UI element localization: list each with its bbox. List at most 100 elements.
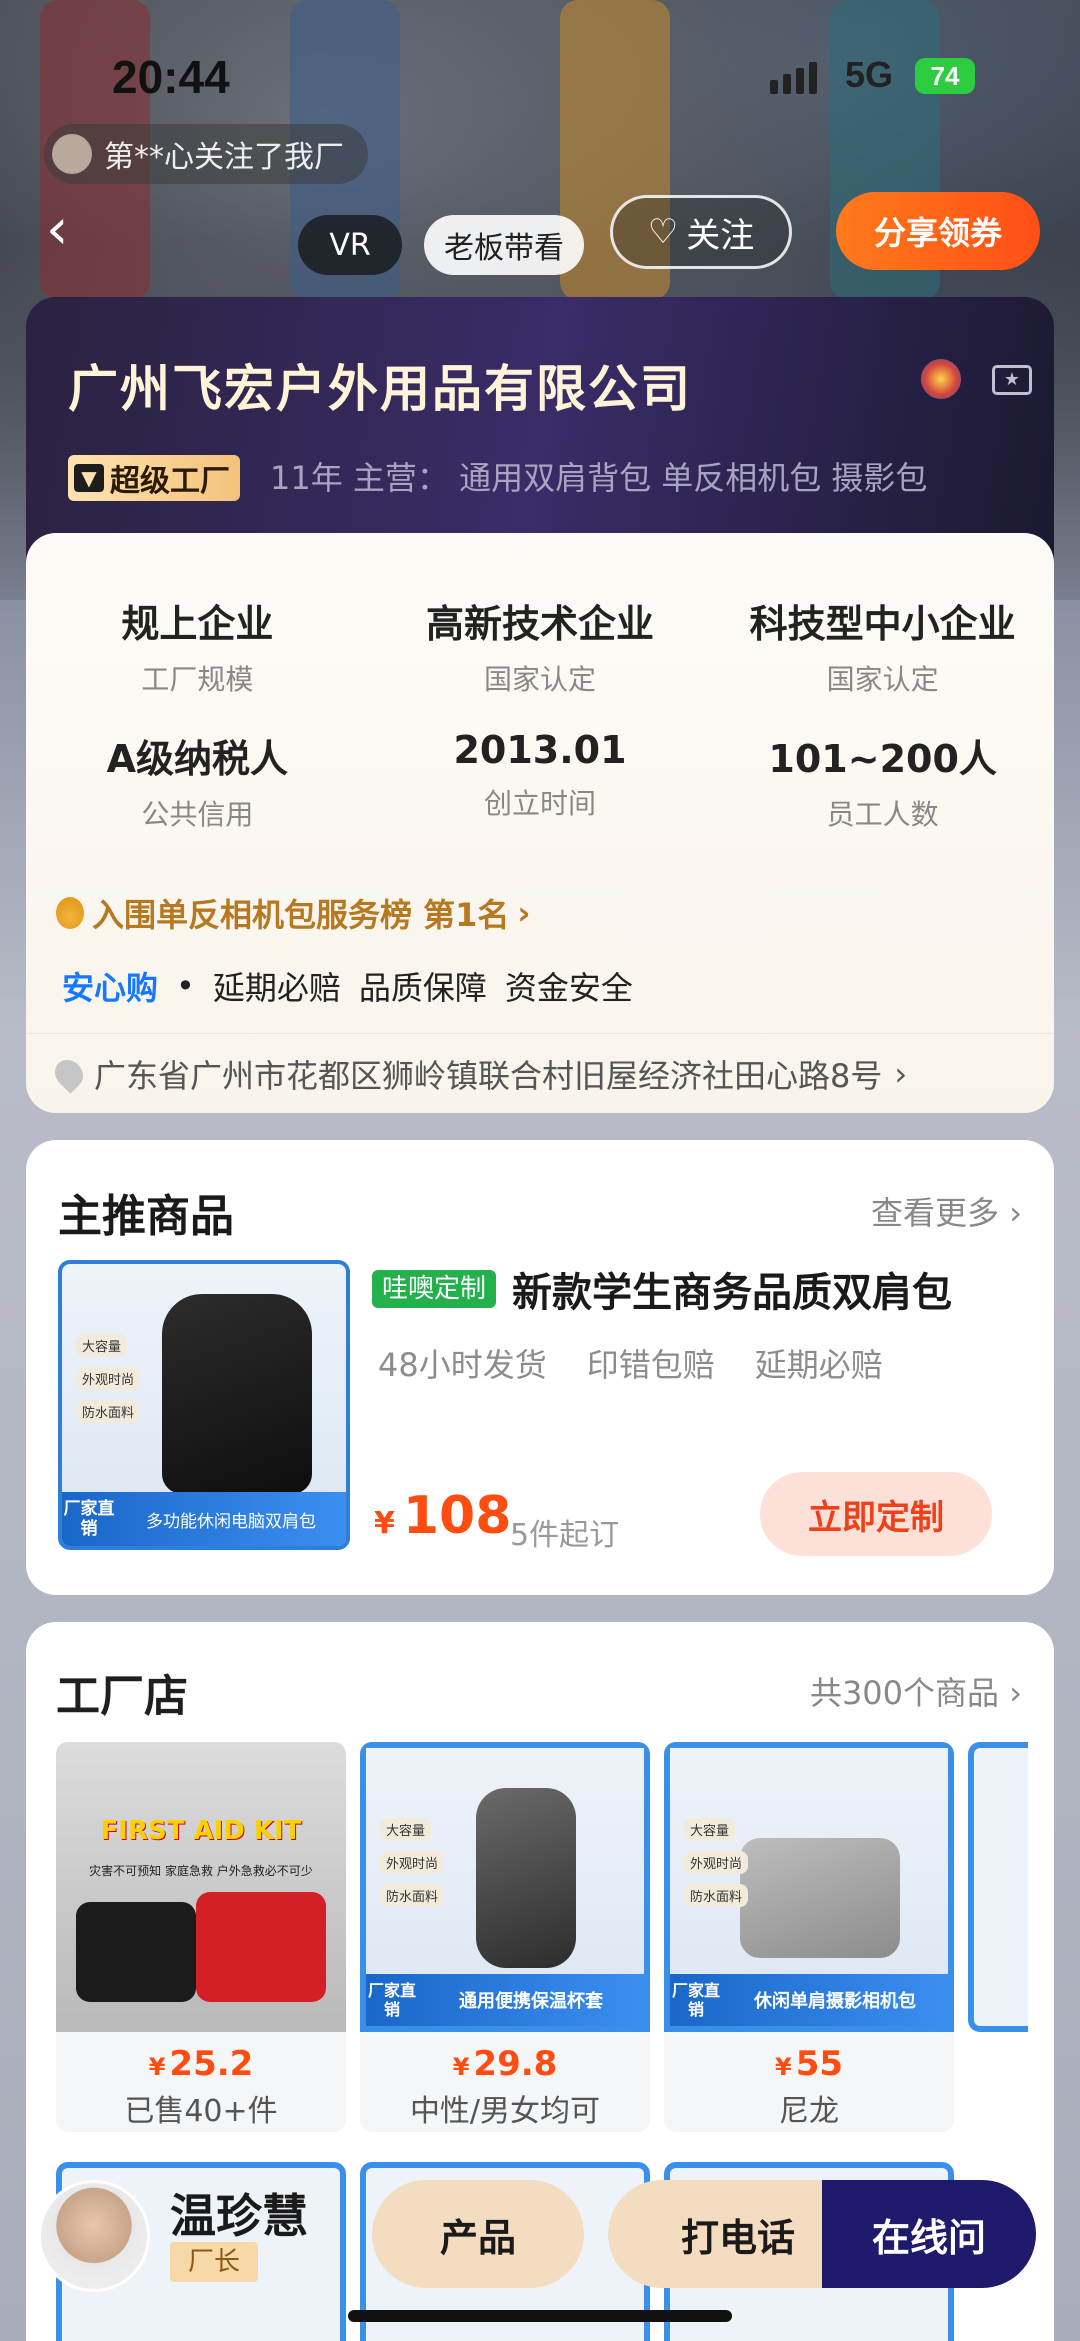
product-card[interactable]: FIRST AID KIT 灾害不可预知 家庭急救 户外急救必不可少 ¥25.2… — [56, 1742, 346, 2132]
product-price: ¥25.2 — [56, 2044, 346, 2084]
company-meta: 11年 主营： 通用双肩背包 单反相机包 摄影包 — [270, 459, 928, 497]
currency-symbol: ¥ — [148, 2053, 166, 2081]
thumb-footer-right: 多功能休闲电脑双肩包 — [146, 1511, 316, 1532]
featured-product-title[interactable]: 新款学生商务品质双肩包 — [512, 1260, 952, 1318]
company-info-card: 规上企业 工厂规模 高新技术企业 国家认定 科技型中小企业 国家认定 A级纳税人… — [26, 533, 1054, 1113]
manager-avatar[interactable] — [38, 2180, 150, 2292]
follow-button[interactable]: ♡ 关注 — [610, 195, 792, 269]
online-chat-button[interactable]: 在线问 — [822, 2180, 1036, 2288]
follower-toast[interactable]: 第**心关注了我厂 — [44, 124, 368, 184]
company-name: 广州飞宏户外用品有限公司 — [68, 360, 692, 418]
perk-item: 48小时发货 — [378, 1346, 547, 1384]
featured-perks: 48小时发货 印错包赔 延期必赔 — [378, 1340, 883, 1386]
police-badge-icon[interactable] — [921, 359, 961, 399]
thumb-footer-right: 通用便携保温杯套 — [459, 1991, 603, 2012]
products-button[interactable]: 产品 — [372, 2180, 584, 2288]
product-card-peek[interactable] — [968, 1742, 1028, 2032]
info-label: 员工人数 — [826, 798, 939, 831]
id-card-icon[interactable]: ★ — [992, 365, 1032, 395]
chevron-right-icon: › — [517, 894, 531, 932]
product-price: ¥29.8 — [360, 2044, 650, 2084]
follow-label: 关注 — [686, 215, 755, 256]
status-bar: 20:44 5G 74 — [0, 40, 1080, 110]
kit-bag-black — [76, 1902, 196, 2002]
view-more-link[interactable]: 查看更多 › — [871, 1188, 1022, 1234]
thumb-tags: 大容量 外观时尚 防水面料 — [76, 1334, 141, 1423]
network-label: 5G — [845, 54, 894, 95]
thumb-tag: 外观时尚 — [76, 1367, 141, 1390]
custom-tag: 哇噢定制 — [372, 1270, 497, 1308]
thumb-tag: 外观时尚 — [380, 1851, 445, 1874]
info-cell: 规上企业 工厂规模 — [26, 593, 369, 698]
bottle-sleeve-image — [476, 1788, 576, 1968]
info-cell: 科技型中小企业 国家认定 — [711, 593, 1054, 698]
home-indicator[interactable] — [348, 2310, 732, 2322]
product-card[interactable]: 大容量 外观时尚 防水面料 厂家直销 休闲单肩摄影相机包 ¥55 尼龙 — [664, 1742, 954, 2132]
info-label: 创立时间 — [483, 787, 596, 820]
thumb-footer-left: 厂家直销 — [63, 1499, 115, 1539]
thumb-tags: 大容量 外观时尚 防水面料 — [684, 1818, 749, 1907]
info-label: 国家认定 — [826, 663, 939, 696]
location-pin-icon — [49, 1053, 89, 1094]
info-grid: 规上企业 工厂规模 高新技术企业 国家认定 科技型中小企业 国家认定 A级纳税人… — [26, 593, 1054, 833]
thumb-tag: 大容量 — [76, 1334, 128, 1357]
product-image: 大容量 外观时尚 防水面料 厂家直销 通用便携保温杯套 — [360, 1742, 650, 2032]
currency-symbol: ¥ — [374, 1506, 395, 1541]
thumb-footer-left: 厂家直销 — [671, 1981, 720, 2019]
toast-avatar — [52, 134, 92, 174]
featured-product-image[interactable]: 大容量 外观时尚 防水面料 厂家直销 多功能休闲电脑双肩包 — [58, 1260, 350, 1550]
assurance-brand: 安心购 — [62, 969, 159, 1007]
price-value: 29.8 — [473, 2044, 558, 2084]
thumb-tag: 防水面料 — [76, 1400, 141, 1423]
thumb-tag: 大容量 — [380, 1818, 432, 1841]
product-image: FIRST AID KIT 灾害不可预知 家庭急救 户外急救必不可少 — [56, 1742, 346, 2032]
battery-icon: 74 — [915, 58, 975, 94]
address-row[interactable]: 广东省广州市花都区狮岭镇联合村旧屋经济社田心路8号 › — [26, 1033, 1054, 1113]
backpack-image — [162, 1294, 312, 1494]
thumb-footer: 厂家直销 休闲单肩摄影相机包 — [670, 1974, 948, 2026]
info-value: 101~200人 — [768, 737, 997, 781]
boss-tour-button[interactable]: 老板带看 — [424, 215, 584, 275]
price-value: 25.2 — [169, 2044, 254, 2084]
diamond-icon: ▼ — [74, 464, 104, 492]
customize-now-button[interactable]: 立即定制 — [760, 1472, 992, 1556]
super-factory-label: 超级工厂 — [110, 464, 230, 499]
info-label: 工厂规模 — [141, 663, 254, 696]
info-cell: 101~200人 员工人数 — [711, 728, 1054, 833]
share-coupon-button[interactable]: 分享领券 — [836, 192, 1040, 270]
status-time: 20:44 — [112, 51, 230, 103]
heart-plus-icon: ♡ — [647, 212, 679, 252]
info-value: 2013.01 — [453, 728, 627, 772]
info-value: A级纳税人 — [106, 737, 289, 781]
bottom-action-bar: 温珍慧 厂长 产品 打电话 在线问 — [26, 2170, 1054, 2300]
product-row: FIRST AID KIT 灾害不可预知 家庭急救 户外急救必不可少 ¥25.2… — [56, 1742, 1028, 2132]
ranking-link[interactable]: 入围单反相机包服务榜 第1名 › — [56, 890, 531, 936]
medal-icon — [56, 897, 84, 929]
toast-text: 第**心关注了我厂 — [104, 140, 344, 175]
product-card[interactable]: 大容量 外观时尚 防水面料 厂家直销 通用便携保温杯套 ¥29.8 中性/男女均… — [360, 1742, 650, 2132]
assurance-row[interactable]: 安心购 • 延期必赔 品质保障 资金安全 — [62, 963, 633, 1009]
back-button[interactable]: ‹ — [46, 195, 96, 265]
camera-bag-image — [740, 1838, 900, 1958]
info-label: 公共信用 — [141, 798, 254, 831]
featured-price: ¥108 — [374, 1486, 511, 1546]
info-cell: 高新技术企业 国家认定 — [369, 593, 712, 698]
product-count-link[interactable]: 共300个商品 › — [810, 1668, 1022, 1714]
kit-subtitle: 灾害不可预知 家庭急救 户外急救必不可少 — [89, 1864, 313, 1878]
featured-products-section: 主推商品 查看更多 › 大容量 外观时尚 防水面料 厂家直销 多功能休闲电脑双肩… — [26, 1140, 1054, 1595]
currency-symbol: ¥ — [774, 2053, 792, 2081]
thumb-footer: 厂家直销 通用便携保温杯套 — [366, 1974, 644, 2026]
product-image: 大容量 外观时尚 防水面料 厂家直销 休闲单肩摄影相机包 — [664, 1742, 954, 2032]
kit-bag-red — [196, 1892, 326, 2002]
manager-name: 温珍慧 — [170, 2189, 308, 2243]
thumb-footer-right: 休闲单肩摄影相机包 — [754, 1991, 916, 2012]
thumb-tag: 大容量 — [684, 1818, 736, 1841]
assurance-item: 延期必赔 — [212, 969, 341, 1007]
min-order-qty: 5件起订 — [510, 1518, 620, 1553]
product-subtext: 已售40+件 — [124, 2094, 278, 2129]
dot-separator: • — [176, 967, 195, 1005]
info-cell: A级纳税人 公共信用 — [26, 728, 369, 833]
vr-button[interactable]: VR — [298, 215, 402, 275]
assurance-item: 资金安全 — [504, 969, 633, 1007]
ranking-text: 入围单反相机包服务榜 第1名 — [92, 896, 510, 934]
